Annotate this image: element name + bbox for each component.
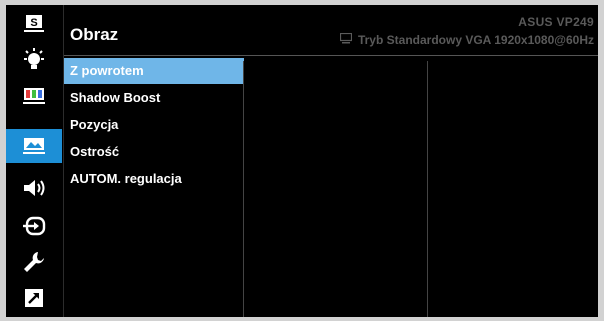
monitor-icon bbox=[339, 32, 353, 47]
sidebar-item-blue-light[interactable] bbox=[6, 43, 62, 77]
submenu: Z powrotem Shadow Boost Pozycja Ostrość … bbox=[64, 58, 244, 193]
status-text: Tryb Standardowy VGA 1920x1080@60Hz bbox=[357, 33, 594, 47]
sidebar-item-input-select[interactable] bbox=[6, 209, 62, 243]
menu-item-sharpness[interactable]: Ostrość bbox=[64, 139, 244, 165]
input-select-icon bbox=[22, 216, 46, 236]
color-icon bbox=[23, 87, 45, 105]
menu-item-back[interactable]: Z powrotem bbox=[64, 58, 244, 84]
image-icon bbox=[23, 137, 45, 155]
sound-icon bbox=[22, 178, 46, 198]
monitor-model: ASUS VP249 bbox=[518, 15, 594, 29]
sidebar-item-color[interactable] bbox=[6, 79, 62, 113]
system-setup-icon bbox=[23, 251, 45, 273]
menu-item-auto-adjust[interactable]: AUTOM. regulacja bbox=[64, 166, 244, 192]
blue-light-filter-icon bbox=[22, 48, 46, 72]
header-divider bbox=[64, 55, 598, 56]
sidebar-item-sound[interactable] bbox=[6, 171, 62, 205]
osd-menu: S Obraz ASUS VP249 Tryb Standardowy VGA … bbox=[6, 5, 598, 317]
column-divider bbox=[427, 61, 428, 317]
splendid-icon: S bbox=[23, 14, 45, 34]
column-divider bbox=[243, 61, 244, 317]
page-title: Obraz bbox=[70, 25, 119, 44]
sidebar: S bbox=[6, 5, 62, 317]
shortcut-icon bbox=[24, 288, 44, 308]
sidebar-item-image[interactable] bbox=[6, 129, 62, 163]
menu-item-position[interactable]: Pozycja bbox=[64, 112, 244, 138]
status-bar: Tryb Standardowy VGA 1920x1080@60Hz bbox=[339, 32, 594, 47]
menu-item-shadow-boost[interactable]: Shadow Boost bbox=[64, 85, 244, 111]
sidebar-item-splendid[interactable]: S bbox=[6, 7, 62, 41]
svg-text:S: S bbox=[30, 17, 37, 29]
sidebar-item-system-setup[interactable] bbox=[6, 245, 62, 279]
sidebar-item-shortcut[interactable] bbox=[6, 281, 62, 315]
